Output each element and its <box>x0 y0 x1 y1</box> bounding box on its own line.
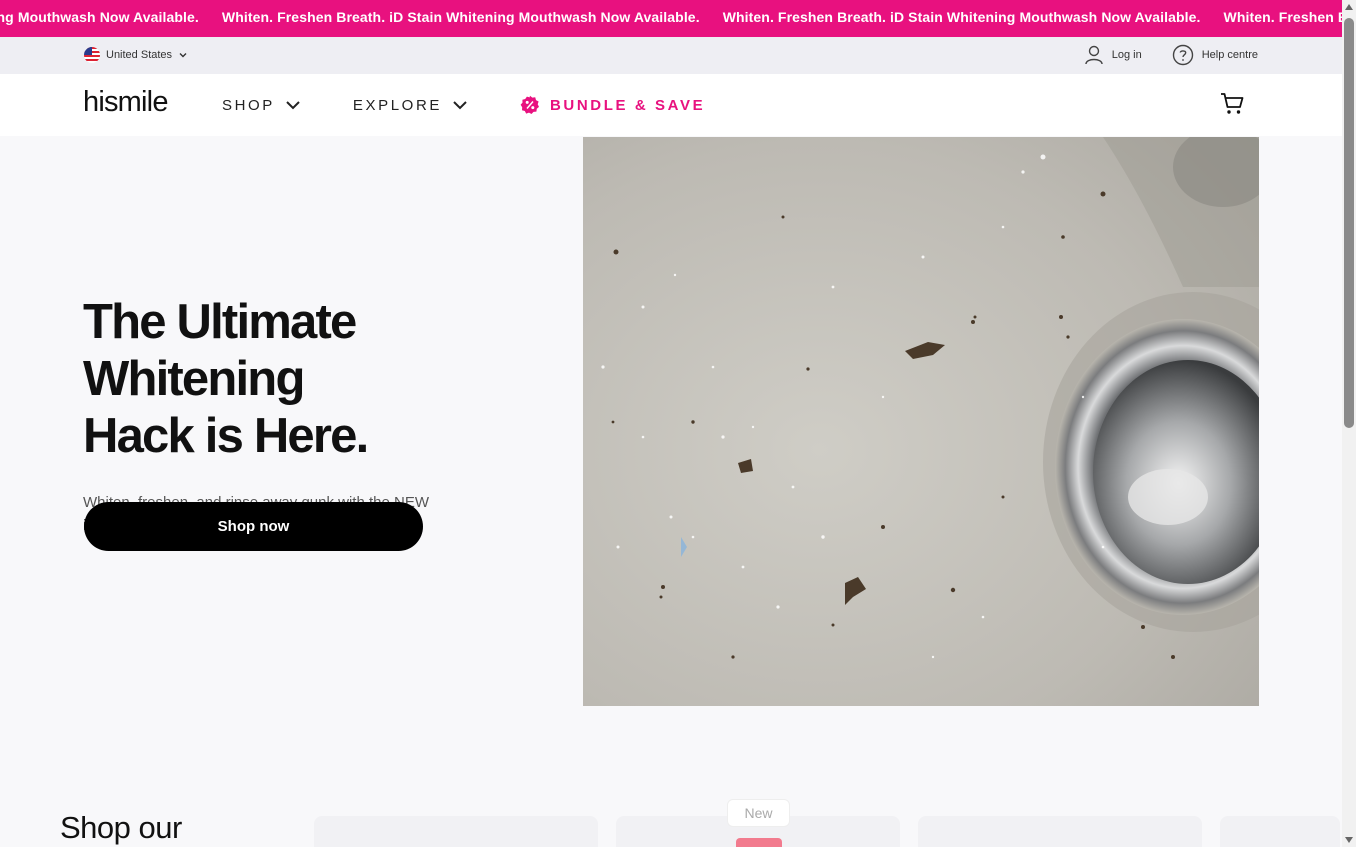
promo-message: Whiten. Freshen Breath. iD Stain Whiteni… <box>221 9 700 25</box>
nav-item-shop[interactable]: SHOP <box>222 97 301 114</box>
help-centre-label: Help centre <box>1201 49 1258 61</box>
region-selector[interactable]: United States <box>84 47 188 63</box>
promo-message: Whiten. Freshen Breath. iD Stain W <box>1223 9 1343 25</box>
help-circle-icon <box>1172 44 1193 66</box>
login-label: Log in <box>1111 49 1142 61</box>
promo-message: Whiten. Freshen Breath. iD Stain Whiteni… <box>722 9 1201 25</box>
scroll-up-arrow-icon[interactable] <box>1345 4 1353 10</box>
product-carousel <box>314 816 1340 847</box>
help-centre-link[interactable]: Help centre <box>1172 44 1258 66</box>
nav-item-label: SHOP <box>222 96 275 114</box>
product-card[interactable] <box>314 816 598 847</box>
hero-title: The Ultimate Whitening Hack is Here. <box>83 294 553 465</box>
sink-drain-image <box>583 137 1259 706</box>
utility-bar: United States Log in Help centre <box>0 37 1342 74</box>
chevron-down-icon <box>453 101 467 110</box>
product-image <box>736 838 782 847</box>
promo-banner: ening Mouthwash Now Available. Whiten. F… <box>0 0 1342 37</box>
discount-badge-icon <box>520 95 539 114</box>
chevron-down-icon <box>179 53 187 58</box>
chevron-down-icon <box>286 101 300 110</box>
nav-item-bundle-save[interactable]: BUNDLE & SAVE <box>520 95 705 115</box>
new-badge: New <box>727 799 790 827</box>
hero-title-line: The Ultimate Whitening <box>83 295 357 406</box>
product-card[interactable] <box>918 816 1202 847</box>
product-card[interactable] <box>1220 816 1340 847</box>
nav-item-label: BUNDLE & SAVE <box>549 96 706 114</box>
nav-menu: SHOP EXPLORE BUNDLE & SAVE <box>222 95 705 115</box>
scroll-down-arrow-icon[interactable] <box>1345 837 1353 843</box>
hero-text-block: The Ultimate Whitening Hack is Here. Whi… <box>83 294 553 537</box>
nav-item-label: EXPLORE <box>352 96 442 114</box>
promo-message: ening Mouthwash Now Available. <box>0 9 199 25</box>
us-flag-icon <box>84 47 100 63</box>
page-scrollbar[interactable] <box>1342 0 1356 847</box>
hero-title-line: Hack is Here. <box>83 409 369 463</box>
nav-item-explore[interactable]: EXPLORE <box>353 97 468 114</box>
region-label: United States <box>106 49 173 61</box>
login-link[interactable]: Log in <box>1084 44 1142 66</box>
user-icon <box>1085 45 1103 65</box>
shop-now-button[interactable]: Shop now <box>84 502 423 551</box>
shop-section-title: Shop our <box>60 810 182 845</box>
cart-button[interactable] <box>1220 91 1245 121</box>
scrollbar-thumb[interactable] <box>1344 18 1354 428</box>
brand-logo[interactable]: hismile <box>83 86 168 119</box>
cart-icon <box>1221 93 1244 114</box>
main-nav: hismile SHOP EXPLORE BUNDLE & SAVE <box>0 74 1342 136</box>
hero-image <box>583 137 1259 706</box>
